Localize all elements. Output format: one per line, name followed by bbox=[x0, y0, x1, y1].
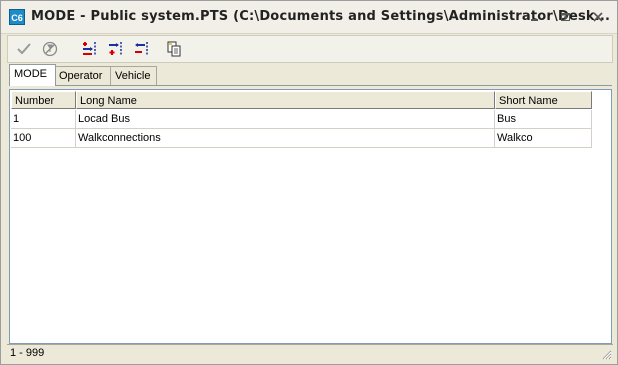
table-row[interactable]: 100 Walkconnections Walkco bbox=[11, 129, 592, 148]
table-row[interactable]: 1 Locad Bus Bus bbox=[11, 110, 592, 129]
minimize-button[interactable] bbox=[527, 10, 543, 24]
resize-grip-icon[interactable] bbox=[600, 348, 612, 360]
restore-icon bbox=[561, 13, 570, 21]
tab-divider bbox=[9, 85, 612, 86]
checkmark-icon bbox=[17, 43, 31, 55]
cell-short-name[interactable]: Bus bbox=[495, 110, 592, 129]
toolbar bbox=[7, 35, 613, 63]
app-icon: C6 bbox=[9, 9, 25, 25]
column-header-long-name[interactable]: Long Name bbox=[76, 91, 495, 109]
status-bar: 1 - 999 bbox=[7, 344, 613, 361]
cell-long-name[interactable]: Walkconnections bbox=[76, 129, 495, 148]
insert-row-button[interactable] bbox=[79, 39, 101, 59]
data-grid[interactable]: Number Long Name Short Name 1 Locad Bus … bbox=[9, 89, 612, 344]
minimize-icon bbox=[531, 19, 538, 21]
column-header-number[interactable]: Number bbox=[11, 91, 76, 109]
close-icon bbox=[593, 12, 603, 22]
append-row-icon bbox=[109, 42, 122, 56]
tab-mode[interactable]: MODE bbox=[9, 64, 56, 86]
append-row-button[interactable] bbox=[105, 39, 127, 59]
tab-vehicle[interactable]: Vehicle bbox=[110, 66, 157, 85]
window-title: MODE - Public system.PTS (C:\Documents a… bbox=[31, 9, 611, 24]
main-window: C6 MODE - Public system.PTS (C:\Document… bbox=[0, 0, 618, 365]
delete-row-icon bbox=[135, 42, 148, 56]
title-bar[interactable]: C6 MODE - Public system.PTS (C:\Document… bbox=[1, 1, 617, 34]
restore-button[interactable] bbox=[558, 10, 574, 24]
grid-header: Number Long Name Short Name bbox=[11, 91, 592, 109]
confirm-button[interactable] bbox=[13, 39, 35, 59]
tab-operator[interactable]: Operator bbox=[54, 66, 113, 85]
no-filter-icon bbox=[42, 41, 58, 57]
delete-row-button[interactable] bbox=[131, 39, 153, 59]
filter-button[interactable] bbox=[39, 39, 61, 59]
cell-number[interactable]: 1 bbox=[11, 110, 76, 129]
insert-row-icon bbox=[83, 42, 96, 56]
column-header-short-name[interactable]: Short Name bbox=[495, 91, 592, 109]
cell-short-name[interactable]: Walkco bbox=[495, 129, 592, 148]
cell-long-name[interactable]: Locad Bus bbox=[76, 110, 495, 129]
copy-button[interactable] bbox=[163, 39, 185, 59]
close-button[interactable] bbox=[590, 10, 606, 24]
copy-icon bbox=[167, 41, 181, 57]
status-range: 1 - 999 bbox=[10, 347, 45, 359]
cell-number[interactable]: 100 bbox=[11, 129, 76, 148]
